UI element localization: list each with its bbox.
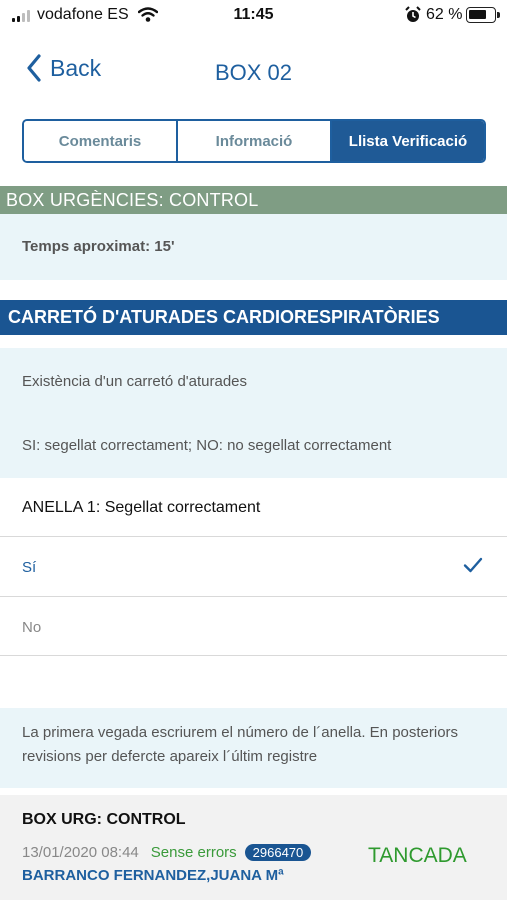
- section-header: BOX URGÈNCIES: CONTROL: [0, 186, 507, 214]
- option-si[interactable]: Sí: [0, 536, 507, 596]
- footer-meta: 13/01/2020 08:44 Sense errors 2966470: [22, 844, 312, 861]
- option-si-label: Sí: [22, 559, 37, 576]
- item-description: Existència d'un carretó d'aturades: [22, 373, 248, 390]
- option-no[interactable]: No: [0, 596, 507, 656]
- tab-llista-verificacio[interactable]: Llista Verificació: [330, 121, 484, 161]
- item-criteria: SI: segellat correctament; NO: no segell…: [22, 437, 392, 454]
- tab-informacio[interactable]: Informació: [176, 121, 330, 161]
- tab-bar: Comentaris Informació Llista Verificació: [22, 119, 486, 163]
- navigation-bar: Back BOX 02: [0, 48, 507, 96]
- time-panel: Temps aproximat: 15': [0, 214, 507, 280]
- note-text: La primera vegada escriurem el número de…: [22, 724, 459, 765]
- note-panel: La primera vegada escriurem el número de…: [0, 708, 507, 788]
- option-no-label: No: [22, 619, 42, 636]
- page-title: BOX 02: [214, 60, 293, 85]
- approximate-time: Temps aproximat: 15': [22, 238, 175, 255]
- footer-user-name: BARRANCO FERNANDEZ,JUANA Mª: [22, 867, 284, 884]
- item-description-panel: Existència d'un carretó d'aturades SI: s…: [0, 348, 507, 478]
- status-bar: vodafone ES 11:45 62 %: [0, 0, 507, 34]
- battery-icon: [466, 7, 500, 23]
- battery-percentage: 62 %: [426, 6, 463, 23]
- question-row: ANELLA 1: Segellat correctament: [0, 478, 507, 536]
- question-text: ANELLA 1: Segellat correctament: [22, 499, 261, 516]
- footer-title: BOX URG: CONTROL: [22, 811, 186, 828]
- status-label: TANCADA: [368, 844, 467, 867]
- alarm-icon: [405, 6, 421, 29]
- record-footer: BOX URG: CONTROL 13/01/2020 08:44 Sense …: [0, 795, 507, 900]
- footer-date: 13/01/2020 08:44: [22, 844, 139, 861]
- footer-errors: Sense errors: [150, 844, 237, 861]
- checkmark-icon: [463, 557, 483, 578]
- tab-comentaris[interactable]: Comentaris: [24, 121, 176, 161]
- item-header: CARRETÓ D'ATURADES CARDIORESPIRATÒRIES: [0, 300, 507, 335]
- record-id-badge: 2966470: [244, 844, 312, 861]
